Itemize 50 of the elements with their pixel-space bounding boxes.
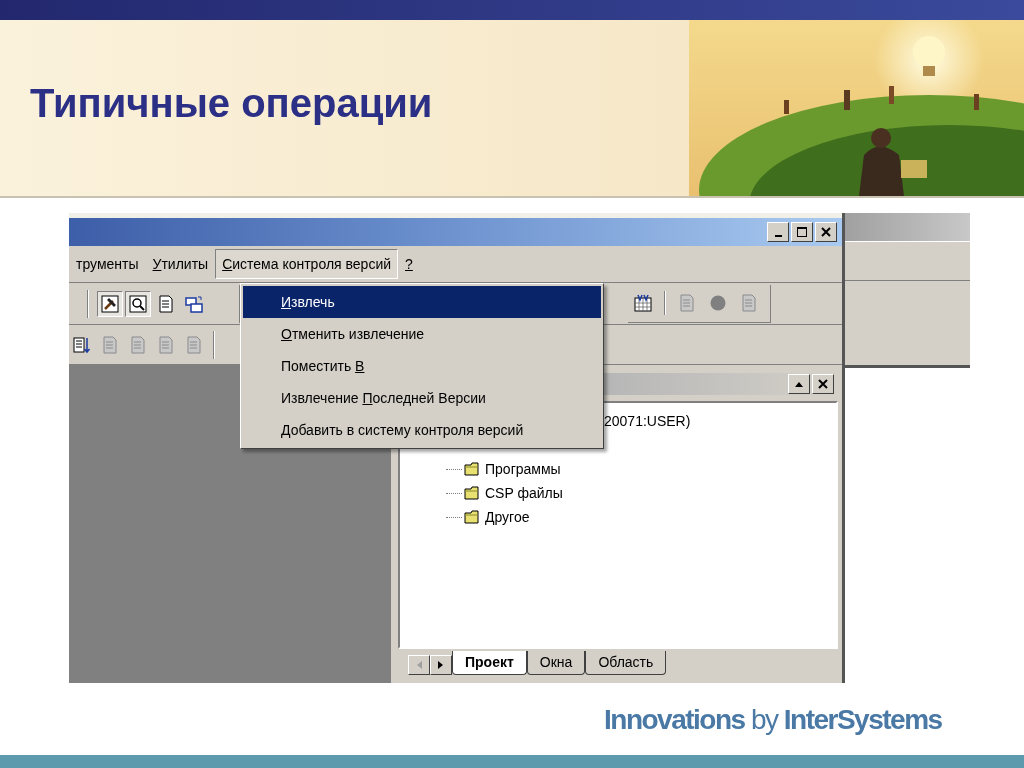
scroll-left-icon [416, 661, 422, 669]
toolbar-button[interactable] [125, 290, 151, 317]
document-icon [185, 335, 203, 354]
close-button[interactable] [815, 222, 837, 242]
menu-item[interactable]: Утилиты [145, 249, 216, 279]
close-button[interactable] [812, 374, 834, 394]
document-icon [129, 335, 147, 354]
maximize-button[interactable] [791, 222, 813, 242]
scroll-right-icon [438, 661, 444, 669]
close-icon [820, 226, 832, 238]
tree-item[interactable]: 20071:USER) [604, 411, 836, 431]
tab[interactable]: Проект [452, 651, 527, 675]
folder-icon [464, 509, 480, 525]
close-icon [818, 379, 828, 389]
folder-icon [464, 461, 480, 477]
document-icon [678, 294, 696, 312]
menu-item[interactable]: ? [398, 249, 420, 279]
scroll-up-button[interactable] [788, 374, 810, 394]
menu-item[interactable]: Отменить извлечение [243, 318, 601, 350]
magnifier-icon [129, 294, 147, 313]
scroll-right-button[interactable] [430, 655, 452, 675]
scroll-up-icon [795, 381, 803, 387]
slide-title: Типичные операции [29, 80, 434, 127]
tree-item[interactable]: Другое [485, 506, 530, 528]
menu-item[interactable]: трументы [69, 249, 146, 279]
calendar-icon [634, 294, 652, 312]
minimize-button[interactable] [767, 222, 789, 242]
menu-item[interactable]: Извлечение Последней Версии [243, 382, 601, 414]
hammer-icon [101, 294, 119, 313]
document-icon [101, 335, 119, 354]
windows-icon [185, 294, 203, 313]
maximize-icon [796, 226, 808, 238]
minimize-icon [774, 235, 782, 237]
document-icon [157, 335, 175, 354]
document-icon [157, 294, 175, 313]
list-icon [73, 335, 91, 354]
menu-item[interactable]: Система контроля версий [215, 249, 399, 279]
folder-icon [464, 485, 480, 501]
menu-item[interactable]: Добавить в систему контроля версий [243, 414, 601, 446]
tab[interactable]: Область [585, 651, 667, 675]
circle-icon [709, 294, 727, 312]
toolbar-button[interactable] [97, 290, 123, 317]
menu-item[interactable]: Извлечь [243, 286, 601, 318]
document-icon [740, 294, 758, 312]
menu-item[interactable]: Поместить В [243, 350, 601, 382]
tree-item[interactable]: CSP файлы [485, 482, 563, 504]
tree-item[interactable]: Программы [485, 458, 561, 480]
scroll-left-button[interactable] [408, 655, 430, 675]
tab[interactable]: Окна [526, 651, 586, 675]
brand-logo: Innovations by InterSystems [604, 703, 942, 737]
